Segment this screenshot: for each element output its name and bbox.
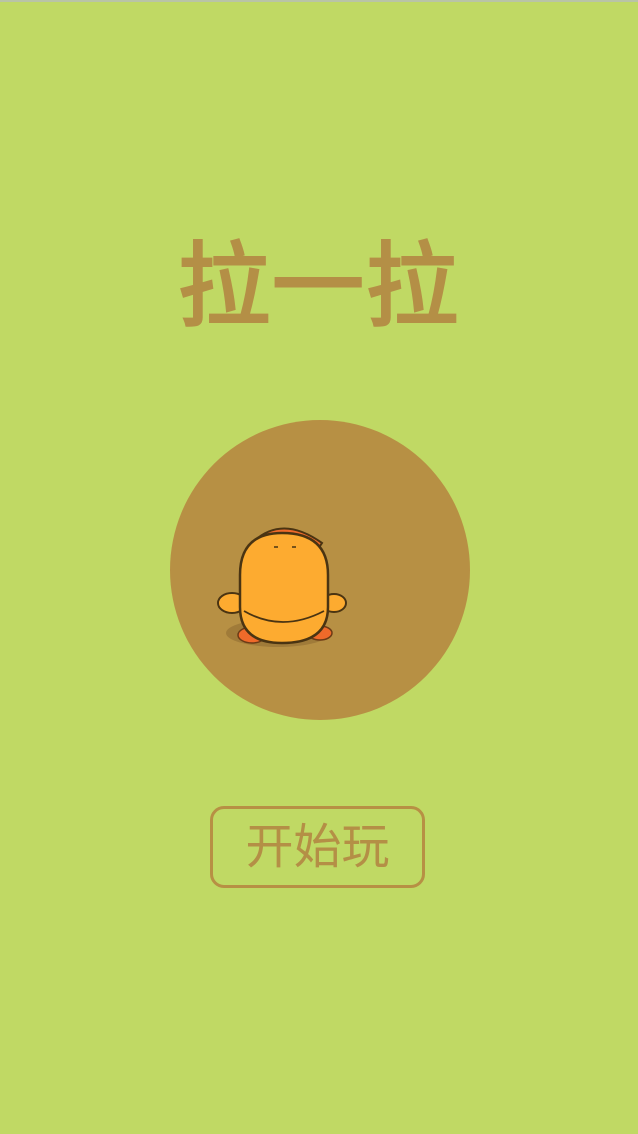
game-title: 拉一拉 bbox=[177, 233, 460, 340]
game-stage[interactable] bbox=[170, 420, 470, 720]
start-button[interactable]: 开始玩 bbox=[210, 806, 425, 888]
duck-body bbox=[238, 531, 330, 645]
duck-icon[interactable] bbox=[210, 515, 360, 665]
status-bar-divider bbox=[0, 0, 638, 2]
game-screen: 拉一拉 开始玩 bbox=[0, 0, 638, 1134]
